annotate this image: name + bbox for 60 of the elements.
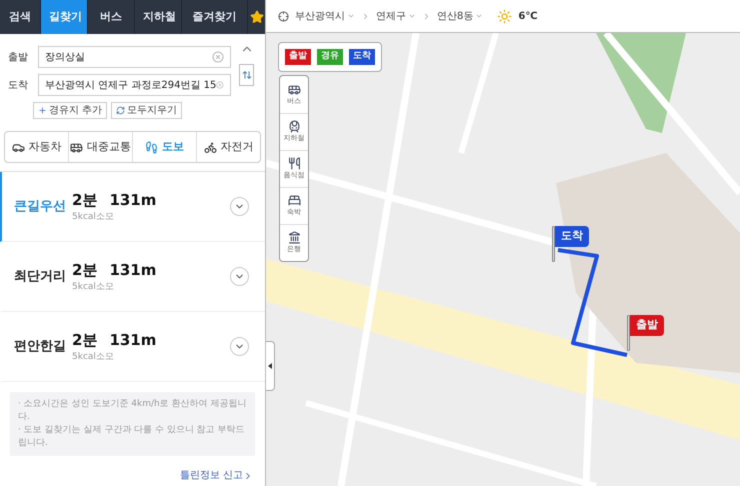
route-option[interactable]: 최단거리 2분 131m 5kcal소모 xyxy=(0,242,265,312)
bus-icon xyxy=(288,82,300,96)
calorie-text: 5kcal소모 xyxy=(72,281,115,294)
nav-tab[interactable]: 지하철 xyxy=(135,0,182,34)
region-dropdown[interactable]: 연제구 xyxy=(376,8,416,24)
panel-toggle-handle[interactable] xyxy=(266,341,275,391)
calorie-text: 5kcal소모 xyxy=(72,351,115,364)
refresh-icon xyxy=(116,106,126,115)
caret-icon xyxy=(475,12,484,20)
flag-label: 출발 xyxy=(630,315,664,336)
mode-tab[interactable]: 자전거 xyxy=(196,132,260,162)
report-link[interactable]: 틀린정보 신고 xyxy=(180,468,253,483)
chevron-right-icon xyxy=(422,12,431,20)
flag-button[interactable]: 출발 xyxy=(285,49,311,64)
route-name: 편안한길 xyxy=(14,338,67,356)
field-label: 출발 xyxy=(8,50,29,64)
route-action-button[interactable]: 모두지우기 xyxy=(111,102,182,119)
nav-tab[interactable]: 버스 xyxy=(88,0,135,34)
caret-icon xyxy=(347,12,355,20)
field-label: 도착 xyxy=(8,78,29,92)
nav-tab[interactable]: 즐겨찾기 xyxy=(182,0,248,34)
notice-text: · 도보 길찾기는 실제 구간과 다를 수 있으니 참고 부탁드립니다. xyxy=(18,424,246,450)
bed-icon xyxy=(288,194,300,208)
location-input[interactable]: 부산광역시 연제구 과정로294번길 15 xyxy=(38,74,231,96)
bicycle-icon xyxy=(204,140,216,154)
calorie-text: 5kcal소모 xyxy=(72,211,115,224)
region-dropdown[interactable]: 연산8동 xyxy=(437,8,484,24)
flag-label: 도착 xyxy=(555,226,589,246)
route-time: 2분 xyxy=(72,190,98,210)
temperature-text: 6℃ xyxy=(518,10,538,24)
route-distance: 131m xyxy=(109,330,156,350)
mode-tab[interactable]: 대중교통 xyxy=(68,132,132,162)
train-icon xyxy=(288,120,300,134)
expand-icon[interactable] xyxy=(230,267,249,286)
location-icon[interactable] xyxy=(278,10,289,22)
route-time: 2분 xyxy=(72,330,98,350)
route-distance: 131m xyxy=(109,260,156,280)
star-icon[interactable] xyxy=(250,10,264,24)
caret-icon xyxy=(408,12,416,20)
bank-icon xyxy=(288,231,300,244)
route-option[interactable]: 편안한길 2분 131m 5kcal소모 xyxy=(0,312,265,382)
route-distance: 131m xyxy=(109,190,156,210)
notice-text: · 소요시간은 성인 도보기준 4km/h로 환산하여 제공됩니다. xyxy=(18,398,247,424)
expand-icon[interactable] xyxy=(230,337,249,356)
route-name: 최단거리 xyxy=(14,268,67,286)
swap-icon xyxy=(242,70,252,80)
expand-icon[interactable] xyxy=(230,197,249,216)
mode-tab[interactable]: 자동차 xyxy=(5,132,68,162)
route-action-button[interactable]: 경유지 추가 xyxy=(33,102,108,119)
route-name: 큰길우선 xyxy=(14,198,67,216)
sun-icon xyxy=(497,8,512,24)
swap-button[interactable] xyxy=(239,64,254,86)
plus-icon xyxy=(38,106,47,115)
flag-button[interactable]: 도착 xyxy=(349,49,375,64)
location-input[interactable]: 장의상실 xyxy=(38,46,231,68)
bus-icon xyxy=(70,140,83,154)
chevron-right-icon xyxy=(361,12,370,20)
fork-knife-icon xyxy=(288,157,300,170)
route-time: 2분 xyxy=(72,260,98,280)
region-dropdown[interactable]: 부산광역시 xyxy=(295,8,355,24)
